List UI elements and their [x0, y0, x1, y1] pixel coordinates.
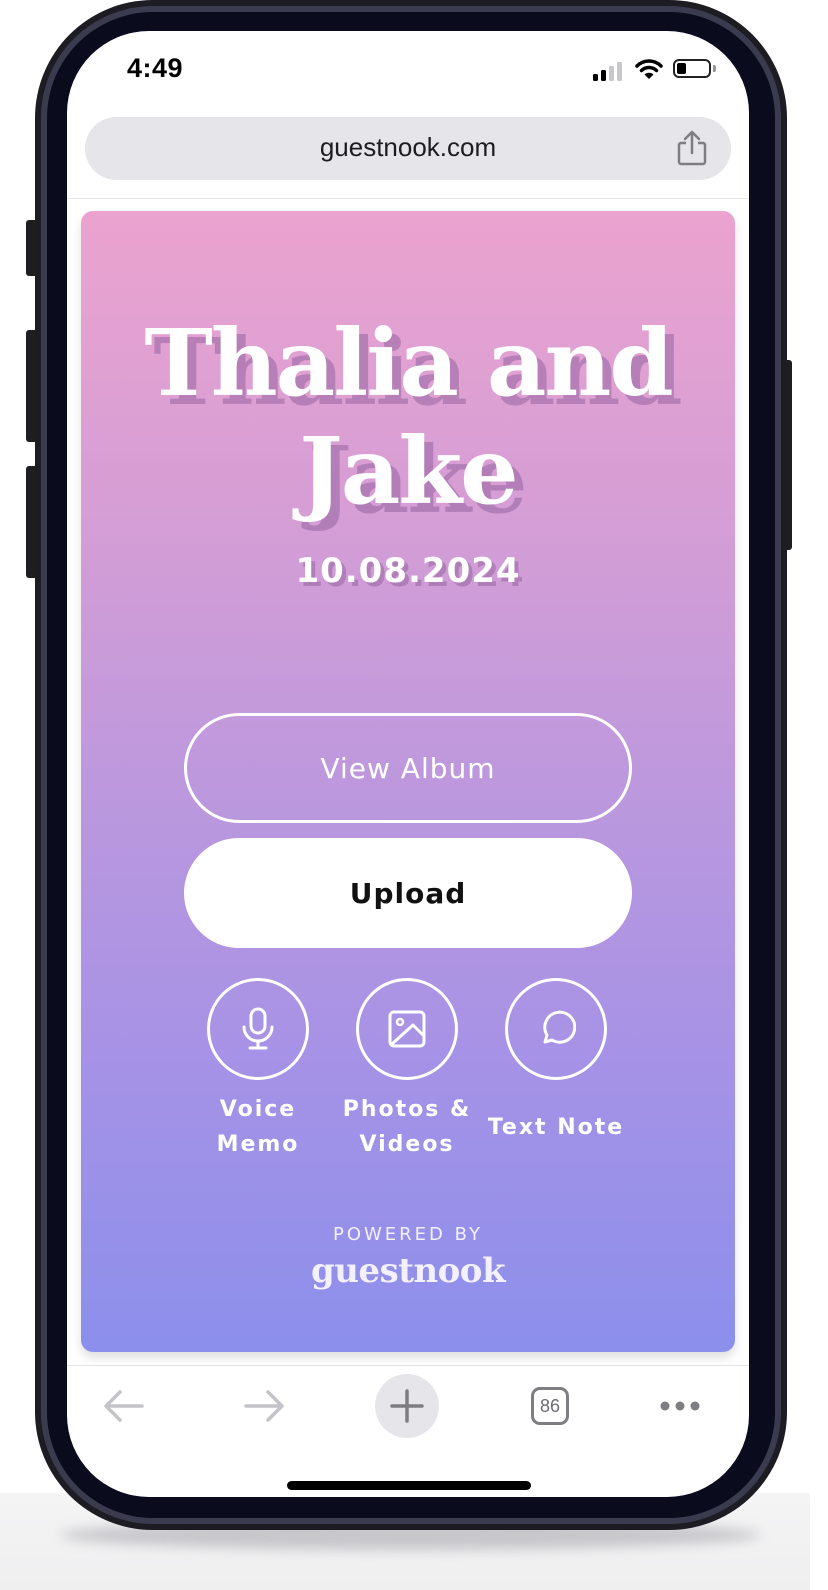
- voice-memo-action[interactable]: Voice Memo: [183, 978, 333, 1162]
- arrow-left-icon: [104, 1390, 144, 1422]
- tabs-button[interactable]: 86: [526, 1371, 574, 1441]
- microphone-icon: [242, 1007, 274, 1050]
- wifi-icon: [635, 59, 663, 79]
- tab-count: 86: [531, 1387, 569, 1425]
- new-tab-button[interactable]: [375, 1371, 439, 1441]
- photos-videos-label: Photos & Videos: [342, 1097, 472, 1157]
- guestnook-logo[interactable]: guestnook: [81, 1251, 735, 1291]
- event-title-line-2: Jake: [299, 417, 518, 525]
- view-album-button[interactable]: View Album: [184, 713, 632, 823]
- upload-button[interactable]: Upload: [184, 838, 632, 948]
- voice-memo-label: Voice Memo: [216, 1097, 300, 1157]
- text-note-button[interactable]: [505, 978, 607, 1080]
- status-time: 4:49: [127, 53, 184, 83]
- text-note-label: Text Note: [487, 1115, 625, 1140]
- image-icon: [388, 1010, 426, 1048]
- arrow-right-icon: [244, 1390, 284, 1422]
- chat-bubble-icon: [543, 1010, 576, 1044]
- ellipsis-icon: [660, 1401, 700, 1411]
- share-icon[interactable]: [675, 129, 709, 167]
- event-date: 10.08.2024: [295, 551, 521, 591]
- url-text[interactable]: guestnook.com: [85, 132, 731, 163]
- voice-memo-button[interactable]: [207, 978, 309, 1080]
- toolbar-divider: [67, 1365, 749, 1366]
- plus-icon: [390, 1389, 424, 1423]
- home-indicator[interactable]: [287, 1481, 531, 1490]
- browser-toolbar: 86: [67, 1371, 749, 1441]
- photos-videos-button[interactable]: [356, 978, 458, 1080]
- text-note-action[interactable]: Text Note: [481, 978, 631, 1145]
- battery-icon: [673, 59, 711, 78]
- event-title-line-1: Thalia and: [144, 309, 673, 417]
- photos-videos-action[interactable]: Photos & Videos: [332, 978, 482, 1162]
- more-button[interactable]: [655, 1371, 705, 1441]
- battery-nub: [713, 65, 716, 72]
- event-card: Thalia and Jake 10.08.2024 View Album Up…: [81, 211, 735, 1352]
- address-bar-divider: [67, 198, 749, 199]
- forward-button[interactable]: [237, 1371, 293, 1441]
- back-button[interactable]: [95, 1371, 151, 1441]
- phone-screen: 4:49 guestnook.com Thalia and Jake 10.08…: [67, 31, 749, 1497]
- powered-by-label: POWERED BY: [332, 1224, 483, 1245]
- address-bar[interactable]: guestnook.com: [85, 117, 731, 180]
- status-bar: 4:49: [67, 31, 749, 111]
- event-title: Thalia and Jake: [81, 309, 735, 525]
- cellular-signal-icon: [593, 59, 627, 81]
